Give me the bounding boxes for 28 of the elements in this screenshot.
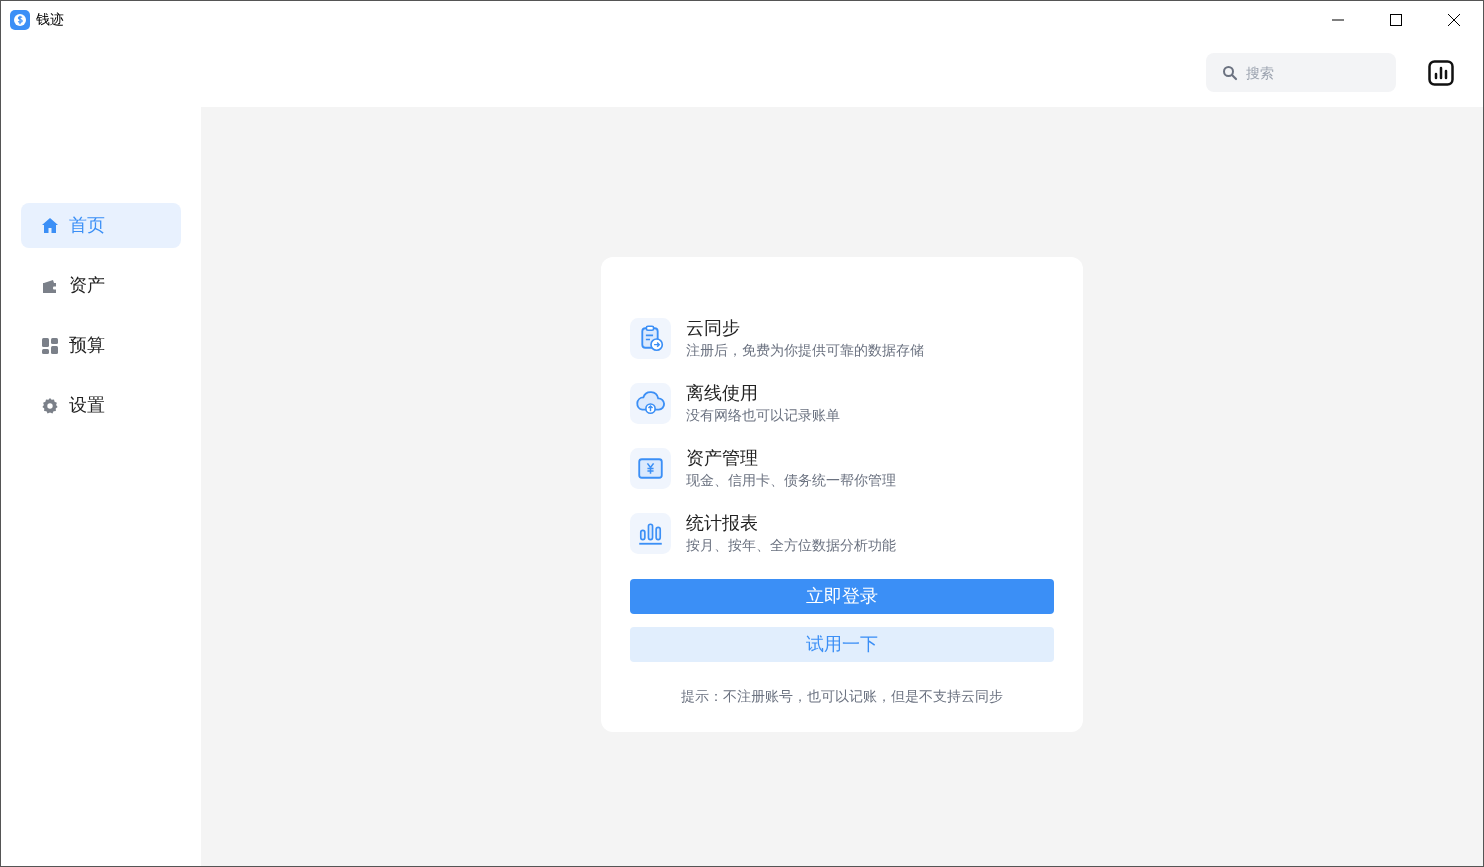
app-logo-icon — [10, 9, 30, 30]
hint-text: 提示：不注册账号，也可以记账，但是不支持云同步 — [680, 687, 1004, 706]
minimize-icon — [1332, 18, 1344, 21]
search-field[interactable]: 搜索 — [1206, 53, 1396, 92]
cloud-upload-icon — [630, 382, 671, 424]
feature-description: 没有网络也可以记录账单 — [686, 406, 840, 425]
settings-icon — [41, 396, 59, 415]
feature-description: 按月、按年、全方位数据分析功能 — [686, 536, 896, 555]
feature-title: 资产管理 — [686, 447, 759, 470]
grid-icon — [41, 336, 59, 355]
stats-button[interactable] — [1428, 59, 1454, 86]
yen-card-icon — [630, 447, 671, 489]
sidebar-item[interactable]: 资产 — [21, 263, 181, 308]
feature-title: 云同步 — [686, 317, 741, 340]
feature-title: 统计报表 — [686, 512, 759, 535]
clipboard-icon — [630, 317, 671, 359]
bar-chart-icon — [630, 512, 671, 554]
feature-description: 现金、信用卡、债务统一帮你管理 — [686, 471, 896, 490]
home-icon — [41, 216, 59, 235]
window-title: 钱迹 — [36, 10, 64, 29]
close-icon — [1448, 13, 1460, 26]
feature-description: 注册后，免费为你提供可靠的数据存储 — [686, 341, 924, 360]
maximize-icon — [1390, 13, 1402, 26]
sidebar-item[interactable]: 设置 — [21, 383, 181, 428]
sidebar-item[interactable]: 预算 — [21, 323, 181, 368]
bar-chart-icon — [1428, 59, 1454, 86]
feature-title: 离线使用 — [686, 382, 759, 405]
search-icon — [1222, 65, 1238, 81]
